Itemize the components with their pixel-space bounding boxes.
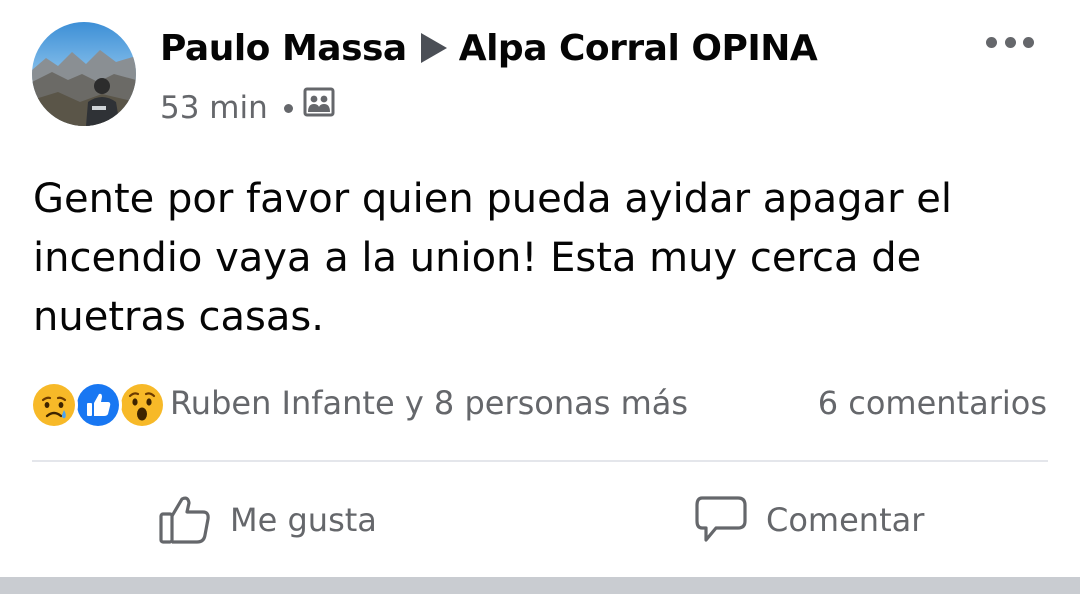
more-options-icon[interactable] (986, 34, 1034, 50)
post-meta: 53 min (160, 86, 335, 130)
post-body-text: Gente por favor quien pueda ayidar apaga… (33, 176, 952, 340)
comment-bubble-icon (695, 496, 747, 542)
like-button[interactable]: Me gusta (158, 492, 377, 548)
author-name[interactable]: Paulo Massa (160, 28, 407, 69)
posted-in-arrow-icon (420, 33, 447, 63)
thumbs-up-icon (159, 496, 210, 544)
post-card: Paulo Massa Alpa Corral OPINA 53 min Gent… (0, 0, 1080, 577)
reactions-summary[interactable]: Ruben Infante y 8 personas más (170, 380, 688, 426)
meta-separator-dot (283, 103, 293, 113)
like-reaction-icon (74, 381, 122, 429)
like-button-label: Me gusta (230, 501, 377, 539)
comment-button[interactable]: Comentar (694, 492, 924, 548)
avatar-photo (32, 22, 136, 126)
wow-reaction-icon (118, 381, 166, 429)
post-header-title: Paulo Massa Alpa Corral OPINA (160, 24, 818, 74)
author-avatar[interactable] (32, 22, 136, 126)
comment-button-label: Comentar (766, 501, 925, 539)
reaction-icons[interactable] (30, 380, 170, 429)
group-audience-icon (303, 86, 335, 130)
post-timestamp[interactable]: 53 min (160, 86, 268, 130)
sad-reaction-icon (30, 381, 78, 429)
feed-separator-bar (0, 577, 1080, 594)
comments-count[interactable]: 6 comentarios (818, 380, 1047, 426)
divider (32, 460, 1048, 462)
group-name[interactable]: Alpa Corral OPINA (459, 28, 818, 69)
